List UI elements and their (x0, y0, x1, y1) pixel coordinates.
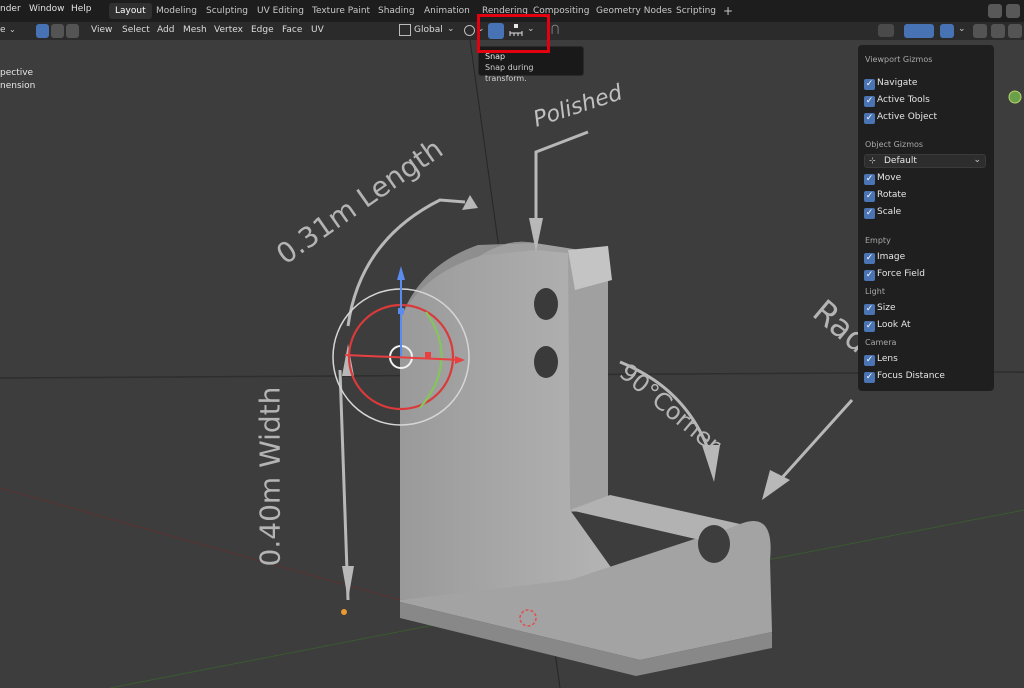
gizmos-toggle-icon[interactable] (904, 24, 934, 38)
checkbox-label: Navigate (877, 78, 918, 88)
gizmo-z-arrow (397, 266, 405, 280)
edge-select-icon[interactable] (51, 24, 64, 38)
xray-toggle-icon[interactable] (973, 24, 987, 38)
proportional-editing-icon[interactable]: ⋂ (551, 24, 559, 35)
hole-base (698, 525, 730, 563)
shading-wireframe-icon[interactable] (991, 24, 1005, 38)
checkbox-check-icon[interactable]: ✓ (864, 304, 875, 315)
checkbox-label: Rotate (877, 190, 907, 200)
section-heading-object-gizmos: Object Gizmos (865, 140, 924, 149)
transform-orientation-dropdown[interactable]: Global (414, 25, 443, 35)
width-arrow (338, 369, 350, 601)
section-heading-camera: Camera (865, 338, 897, 347)
menu-mesh[interactable]: Mesh (183, 25, 207, 35)
menu-file-fragment[interactable]: nder (0, 4, 21, 14)
object-gizmos-orientation-dropdown[interactable]: ⊹ Default ⌄ (864, 154, 986, 168)
gizmo-z-scale-handle (398, 308, 404, 314)
checkbox-check-icon[interactable]: ✓ (864, 321, 875, 332)
tab-sculpting[interactable]: Sculpting (200, 3, 254, 19)
checkbox-check-icon[interactable]: ✓ (864, 96, 875, 107)
checkbox-label: Move (877, 173, 902, 183)
tab-modeling[interactable]: Modeling (150, 3, 203, 19)
chevron-down-icon: ⌄ (973, 155, 981, 165)
hole-lower (534, 346, 558, 378)
origin-point (341, 609, 347, 615)
menu-help[interactable]: Help (71, 4, 92, 14)
viewport-gizmos-panel: Viewport Gizmos ✓ Navigate ✓ Active Tool… (858, 45, 994, 391)
add-workspace-button[interactable]: + (717, 3, 739, 19)
menu-uv[interactable]: UV (311, 25, 324, 35)
face-select-icon[interactable] (66, 24, 79, 38)
section-heading-empty: Empty (865, 236, 891, 245)
menu-face[interactable]: Face (282, 25, 302, 35)
checkbox-check-icon[interactable]: ✓ (864, 355, 875, 366)
checkbox-check-icon[interactable]: ✓ (864, 253, 875, 264)
checkbox-label: Lens (877, 354, 898, 364)
menu-select[interactable]: Select (122, 25, 150, 35)
navigation-gizmo-ball (1008, 90, 1022, 104)
checkbox-label: Scale (877, 207, 902, 217)
view-object-label: nension (0, 81, 36, 91)
tab-scripting[interactable]: Scripting (670, 3, 722, 19)
view-name-label: pective (0, 68, 34, 78)
tab-geometry-nodes[interactable]: Geometry Nodes (590, 3, 678, 19)
checkbox-label: Look At (877, 320, 911, 330)
section-heading-light: Light (865, 287, 885, 296)
menu-view[interactable]: View (91, 25, 112, 35)
checkbox-check-icon[interactable]: ✓ (864, 191, 875, 202)
x-axis-line (0, 487, 401, 601)
orientation-chevron-icon[interactable]: ⌄ (447, 24, 455, 34)
overlays-toggle-icon[interactable] (940, 24, 954, 38)
section-heading-viewport-gizmos: Viewport Gizmos (865, 55, 933, 64)
transform-orientation-icon[interactable] (399, 24, 411, 36)
checkbox-label: Focus Distance (877, 371, 945, 381)
tab-shading[interactable]: Shading (372, 3, 421, 19)
checkbox-label: Force Field (877, 269, 925, 279)
highlight-snap (477, 14, 550, 53)
gizmo-x-scale-handle (425, 352, 431, 358)
tab-animation[interactable]: Animation (418, 3, 476, 19)
tab-layout[interactable]: Layout (109, 3, 152, 19)
menu-vertex[interactable]: Vertex (214, 25, 243, 35)
pivot-point-icon[interactable] (464, 25, 475, 36)
view-layer-icon[interactable] (1006, 4, 1020, 18)
hole-upper (534, 288, 558, 320)
tooltip-description: Snap during transform. (485, 63, 534, 83)
menu-add[interactable]: Add (157, 25, 174, 35)
checkbox-label: Active Object (877, 112, 938, 122)
tab-uv-editing[interactable]: UV Editing (251, 3, 310, 19)
annotation-width: 0.40m Width (253, 386, 287, 567)
tab-texture-paint[interactable]: Texture Paint (306, 3, 376, 19)
orientation-axes-icon: ⊹ (869, 156, 876, 165)
width-arrowhead-bottom (342, 566, 354, 600)
checkbox-check-icon[interactable]: ✓ (864, 372, 875, 383)
overlays-chevron-icon[interactable]: ⌄ (958, 24, 966, 34)
vertex-select-icon[interactable] (36, 24, 49, 38)
checkbox-check-icon[interactable]: ✓ (864, 174, 875, 185)
checkbox-label: Size (877, 303, 896, 313)
checkbox-check-icon[interactable]: ✓ (864, 113, 875, 124)
scene-selector-icon[interactable] (988, 4, 1002, 18)
checkbox-label: Image (877, 252, 906, 262)
checkbox-check-icon[interactable]: ✓ (864, 270, 875, 281)
visibility-icon[interactable] (878, 24, 894, 37)
checkbox-check-icon[interactable]: ✓ (864, 208, 875, 219)
menu-edge[interactable]: Edge (251, 25, 274, 35)
radius-arrow (778, 398, 854, 482)
mode-selector[interactable]: e (0, 25, 6, 35)
checkbox-label: Active Tools (877, 95, 930, 105)
polished-arrow (534, 130, 589, 245)
menu-window[interactable]: Window (29, 4, 65, 14)
checkbox-check-icon[interactable]: ✓ (864, 79, 875, 90)
mode-dropdown-icon[interactable]: ⌄ (9, 25, 16, 34)
dropdown-value: Default (884, 156, 917, 166)
shading-solid-icon[interactable] (1008, 24, 1022, 38)
